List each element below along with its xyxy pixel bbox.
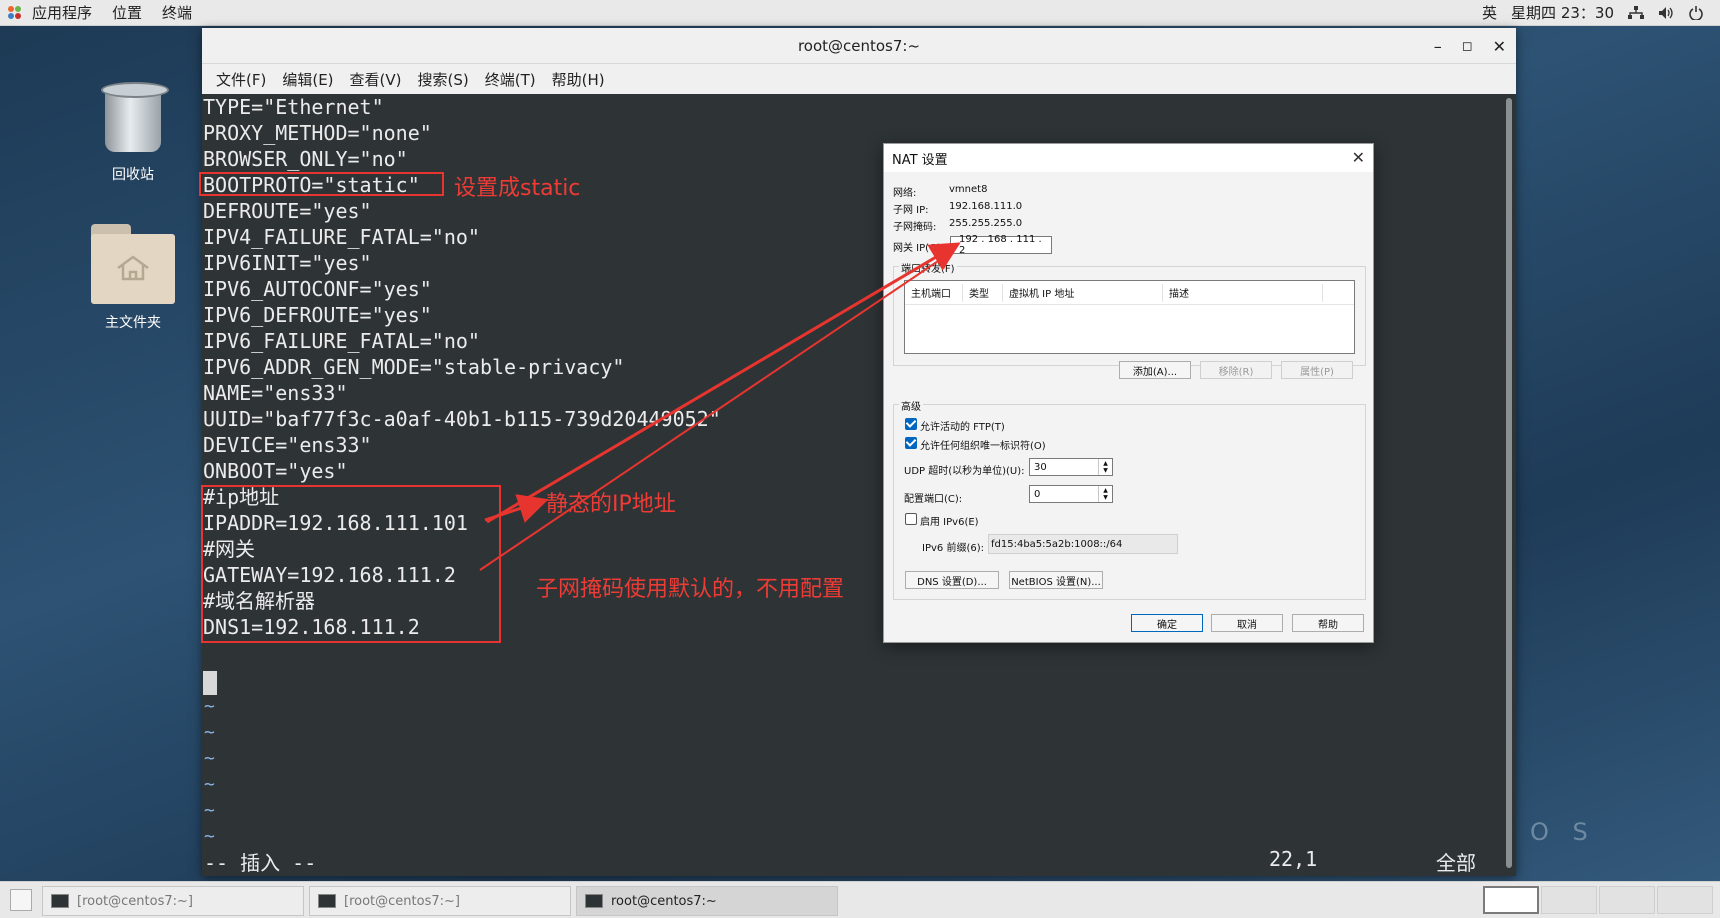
taskbar-item-label: root@centos7:~ xyxy=(611,893,717,909)
workspace-3[interactable] xyxy=(1599,886,1655,914)
gateway-arrow xyxy=(479,249,955,571)
taskbar-item-active[interactable]: root@centos7:~ xyxy=(576,886,838,916)
ipaddr-to-gateway-arrow xyxy=(486,242,961,524)
workspace-1[interactable] xyxy=(1483,886,1539,914)
terminal-icon xyxy=(51,894,69,908)
bottom-taskbar: [root@centos7:~] [root@centos7:~] root@c… xyxy=(0,881,1720,918)
annotation-arrows xyxy=(479,242,961,571)
workspace-2[interactable] xyxy=(1541,886,1597,914)
show-desktop-icon[interactable] xyxy=(10,889,32,911)
taskbar-item-label: [root@centos7:~] xyxy=(344,893,460,909)
taskbar-item[interactable]: [root@centos7:~] xyxy=(42,886,304,916)
terminal-icon xyxy=(318,894,336,908)
taskbar-item-label: [root@centos7:~] xyxy=(77,893,193,909)
taskbar-item[interactable]: [root@centos7:~] xyxy=(309,886,571,916)
terminal-icon xyxy=(585,894,603,908)
workspace-4[interactable] xyxy=(1657,886,1713,914)
